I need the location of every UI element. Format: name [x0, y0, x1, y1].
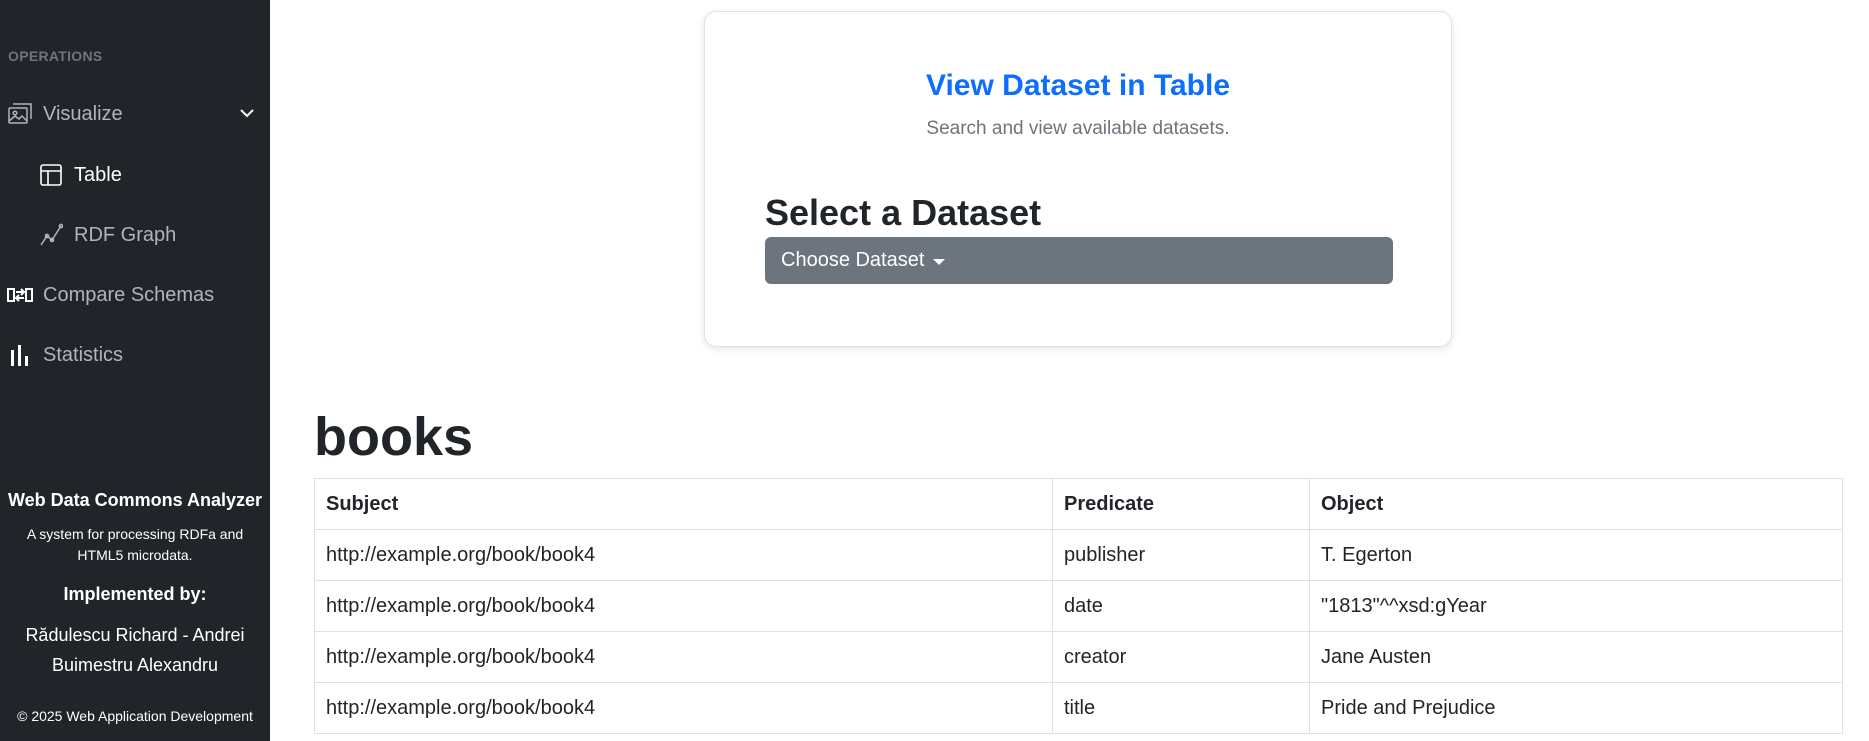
- card-subtitle: Search and view available datasets.: [926, 118, 1230, 139]
- sidebar: OPERATIONS Visualize Table RDF Graph Com…: [0, 0, 270, 741]
- dataset-table: Subject Predicate Object http://example.…: [314, 478, 1843, 734]
- table-row: http://example.org/book/book4 date "1813…: [314, 580, 1843, 632]
- subject-cell: http://example.org/book/book4: [314, 631, 1053, 683]
- bar-chart-icon: [7, 342, 33, 368]
- predicate-cell: publisher: [1052, 529, 1310, 581]
- object-cell: Jane Austen: [1309, 631, 1843, 683]
- choose-dataset-dropdown[interactable]: Choose Dataset: [765, 237, 1393, 284]
- table-row: http://example.org/book/book4 creator Ja…: [314, 631, 1843, 683]
- subject-cell: http://example.org/book/book4: [314, 529, 1053, 581]
- column-header-subject: Subject: [314, 478, 1053, 530]
- section-label: OPERATIONS: [8, 48, 103, 64]
- sidebar-item-label: Table: [74, 163, 122, 186]
- sidebar-item-label: Visualize: [43, 102, 123, 125]
- app-title: Web Data Commons Analyzer: [7, 490, 263, 510]
- implemented-by-label: Implemented by:: [63, 584, 207, 604]
- compare-icon: [7, 282, 33, 308]
- sidebar-item-statistics[interactable]: Statistics: [0, 334, 277, 376]
- chevron-down-icon[interactable]: [239, 105, 255, 121]
- app-description: A system for processing RDFa and HTML5 m…: [26, 526, 244, 563]
- table-row: http://example.org/book/book4 title Prid…: [314, 682, 1843, 734]
- sidebar-item-label: Statistics: [43, 343, 124, 366]
- subject-cell: http://example.org/book/book4: [314, 580, 1053, 632]
- table-icon: [38, 162, 64, 188]
- graph-icon: [38, 222, 64, 248]
- object-cell: "1813"^^xsd:gYear: [1309, 580, 1843, 632]
- table-header-row: Subject Predicate Object: [314, 478, 1843, 530]
- column-header-predicate: Predicate: [1052, 478, 1310, 530]
- sidebar-item-table[interactable]: Table: [0, 154, 308, 196]
- predicate-cell: title: [1052, 682, 1310, 734]
- dropdown-label: Choose Dataset: [781, 249, 925, 271]
- authors: Rădulescu Richard - Andrei Buimestru Ale…: [0, 620, 270, 680]
- select-dataset-heading: Select a Dataset: [765, 192, 1042, 233]
- sidebar-item-label: RDF Graph: [74, 223, 177, 246]
- card-title: View Dataset in Table: [926, 69, 1230, 102]
- sidebar-item-visualize[interactable]: Visualize: [0, 93, 277, 135]
- sidebar-item-rdf-graph[interactable]: RDF Graph: [0, 214, 308, 256]
- subject-cell: http://example.org/book/book4: [314, 682, 1053, 734]
- author-name: Rădulescu Richard - Andrei: [25, 625, 245, 645]
- predicate-cell: date: [1052, 580, 1310, 632]
- dataset-title: books: [314, 407, 474, 467]
- dataset-selector-card: View Dataset in Table Search and view av…: [704, 11, 1452, 347]
- copyright: © 2025 Web Application Development: [17, 708, 253, 724]
- caret-down-icon: [933, 258, 946, 265]
- predicate-cell: creator: [1052, 631, 1310, 683]
- object-cell: Pride and Prejudice: [1309, 682, 1843, 734]
- image-icon: [7, 101, 33, 127]
- author-name: Buimestru Alexandru: [51, 655, 219, 675]
- column-header-object: Object: [1309, 478, 1843, 530]
- sidebar-item-compare-schemas[interactable]: Compare Schemas: [0, 274, 277, 316]
- sidebar-item-label: Compare Schemas: [43, 283, 215, 306]
- object-cell: T. Egerton: [1309, 529, 1843, 581]
- table-row: http://example.org/book/book4 publisher …: [314, 529, 1843, 581]
